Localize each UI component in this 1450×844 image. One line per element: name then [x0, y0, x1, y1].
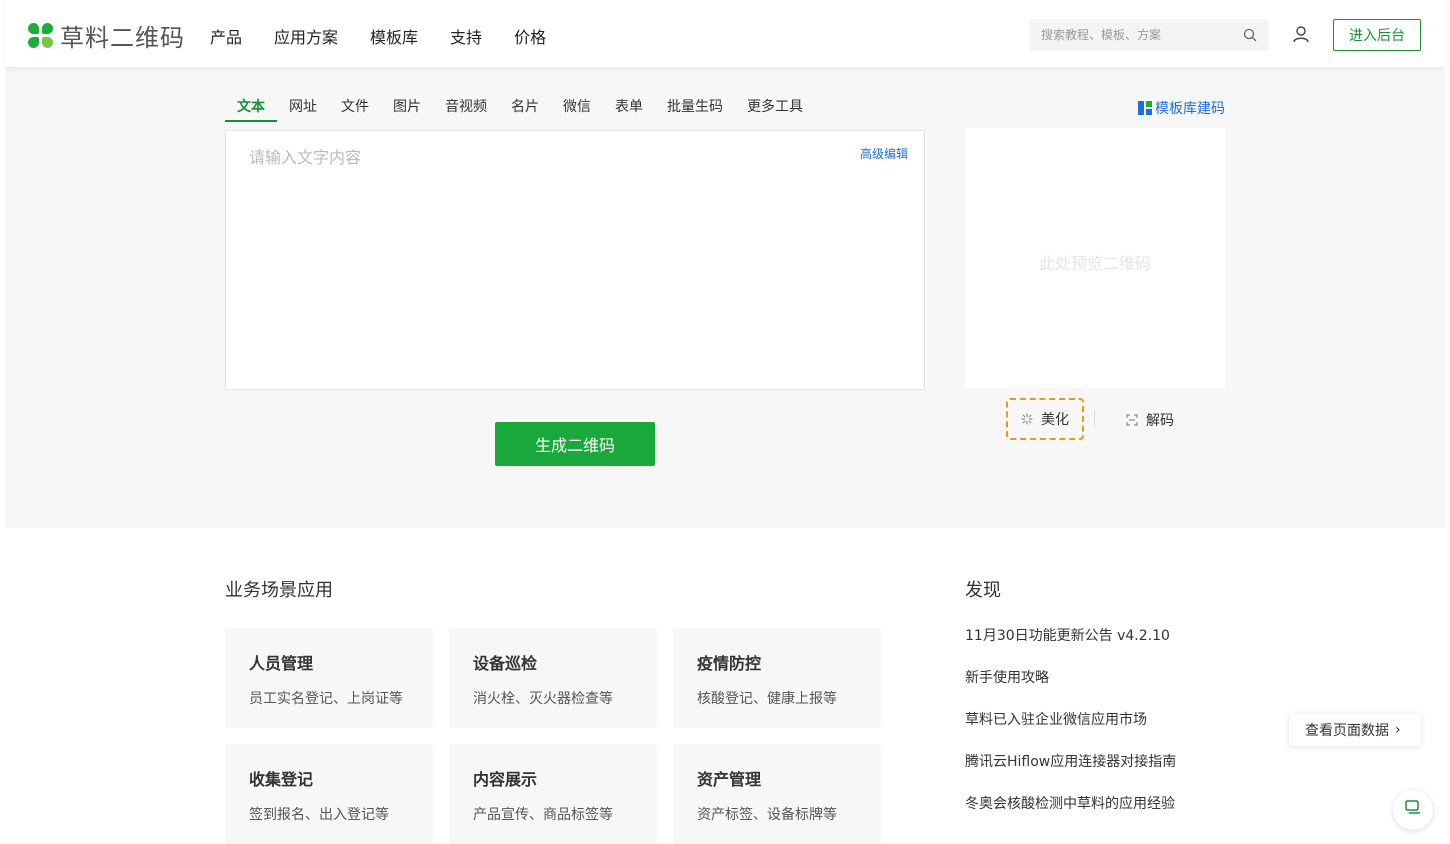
chevron-right-icon: › [1395, 722, 1401, 738]
text-content-input[interactable] [226, 131, 924, 389]
scene-card-desc: 员工实名登记、上岗证等 [249, 691, 403, 707]
tab-business-card[interactable]: 名片 [499, 97, 551, 122]
scan-icon [1126, 414, 1138, 426]
scene-card-title: 人员管理 [249, 654, 314, 673]
scene-card-title: 收集登记 [249, 770, 314, 789]
main-nav: 产品 应用方案 模板库 支持 价格 [210, 24, 578, 48]
qr-preview: 此处预览二维码 [965, 128, 1225, 388]
advanced-edit-link[interactable]: 高级编辑 [860, 145, 908, 162]
scene-card-title: 资产管理 [697, 770, 762, 789]
discover-item[interactable]: 11月30日功能更新公告 v4.2.10 [965, 626, 1176, 668]
view-page-data-label: 查看页面数据 [1305, 723, 1389, 739]
scene-card[interactable]: 疫情防控 核酸登记、健康上报等 [673, 628, 881, 728]
scene-card[interactable]: 人员管理 员工实名登记、上岗证等 [225, 628, 433, 728]
discover-item[interactable]: 新手使用攻略 [965, 668, 1176, 710]
tab-wechat[interactable]: 微信 [551, 97, 603, 122]
user-icon[interactable] [1292, 25, 1310, 43]
discover-title: 发现 [965, 580, 1001, 601]
scene-card[interactable]: 内容展示 产品宣传、商品标签等 [449, 744, 657, 844]
scene-card[interactable]: 设备巡检 消火栓、灭火器检查等 [449, 628, 657, 728]
nav-item-pricing[interactable]: 价格 [514, 24, 546, 48]
logo-text: 草料二维码 [60, 24, 185, 52]
scene-card-desc: 核酸登记、健康上报等 [697, 691, 837, 707]
sparkle-icon [1021, 413, 1033, 425]
view-page-data-button[interactable]: 查看页面数据 › [1289, 714, 1421, 746]
nav-item-templates[interactable]: 模板库 [370, 24, 418, 48]
beautify-label: 美化 [1041, 412, 1069, 428]
divider [1094, 410, 1095, 428]
tab-image[interactable]: 图片 [381, 97, 433, 122]
preview-placeholder: 此处预览二维码 [1038, 254, 1151, 273]
tab-url[interactable]: 网址 [277, 97, 329, 122]
beautify-button[interactable]: 美化 [1006, 398, 1084, 440]
tab-more-tools[interactable]: 更多工具 [735, 97, 815, 122]
decode-button[interactable]: 解码 [1126, 410, 1174, 430]
template-create-link[interactable]: 模板库建码 [1138, 98, 1225, 118]
template-icon [1138, 101, 1152, 115]
search-box [1029, 19, 1269, 51]
scene-card-desc: 产品宣传、商品标签等 [473, 807, 613, 823]
discover-list: 11月30日功能更新公告 v4.2.10 新手使用攻略 草料已入驻企业微信应用市… [965, 626, 1176, 836]
decode-label: 解码 [1146, 413, 1174, 429]
scenes-title: 业务场景应用 [225, 580, 333, 601]
chat-icon [1405, 800, 1420, 814]
scene-card-desc: 资产标签、设备标牌等 [697, 807, 837, 823]
content-type-tabs: 文本 网址 文件 图片 音视频 名片 微信 表单 批量生码 更多工具 [225, 97, 815, 122]
discover-item[interactable]: 冬奥会核酸检测中草料的应用经验 [965, 794, 1176, 836]
logo[interactable]: 草料二维码 [28, 18, 185, 53]
nav-item-solutions[interactable]: 应用方案 [274, 24, 338, 48]
scene-card-desc: 签到报名、出入登记等 [249, 807, 389, 823]
discover-item[interactable]: 草料已入驻企业微信应用市场 [965, 710, 1176, 752]
enter-backend-button[interactable]: 进入后台 [1333, 19, 1421, 51]
tab-form[interactable]: 表单 [603, 97, 655, 122]
scene-card-title: 设备巡检 [473, 654, 538, 673]
nav-item-support[interactable]: 支持 [450, 24, 482, 48]
scene-card[interactable]: 收集登记 签到报名、出入登记等 [225, 744, 433, 844]
tab-audio-video[interactable]: 音视频 [433, 97, 499, 122]
text-editor: 高级编辑 [225, 130, 925, 390]
discover-item[interactable]: 腾讯云Hiflow应用连接器对接指南 [965, 752, 1176, 794]
generate-qr-button[interactable]: 生成二维码 [495, 422, 655, 466]
search-icon[interactable] [1243, 28, 1257, 42]
scene-card-desc: 消火栓、灭火器检查等 [473, 691, 613, 707]
tab-text[interactable]: 文本 [225, 97, 277, 122]
scene-card-title: 疫情防控 [697, 654, 762, 673]
chat-button[interactable] [1393, 790, 1433, 830]
tab-batch[interactable]: 批量生码 [655, 97, 735, 122]
search-input[interactable] [1029, 19, 1234, 51]
nav-item-products[interactable]: 产品 [210, 24, 242, 48]
tab-file[interactable]: 文件 [329, 97, 381, 122]
scene-card-title: 内容展示 [473, 770, 538, 789]
template-link-label: 模板库建码 [1155, 101, 1225, 117]
scene-card[interactable]: 资产管理 资产标签、设备标牌等 [673, 744, 881, 844]
top-header: 草料二维码 产品 应用方案 模板库 支持 价格 进入后台 [5, 0, 1445, 67]
logo-icon [28, 22, 54, 49]
